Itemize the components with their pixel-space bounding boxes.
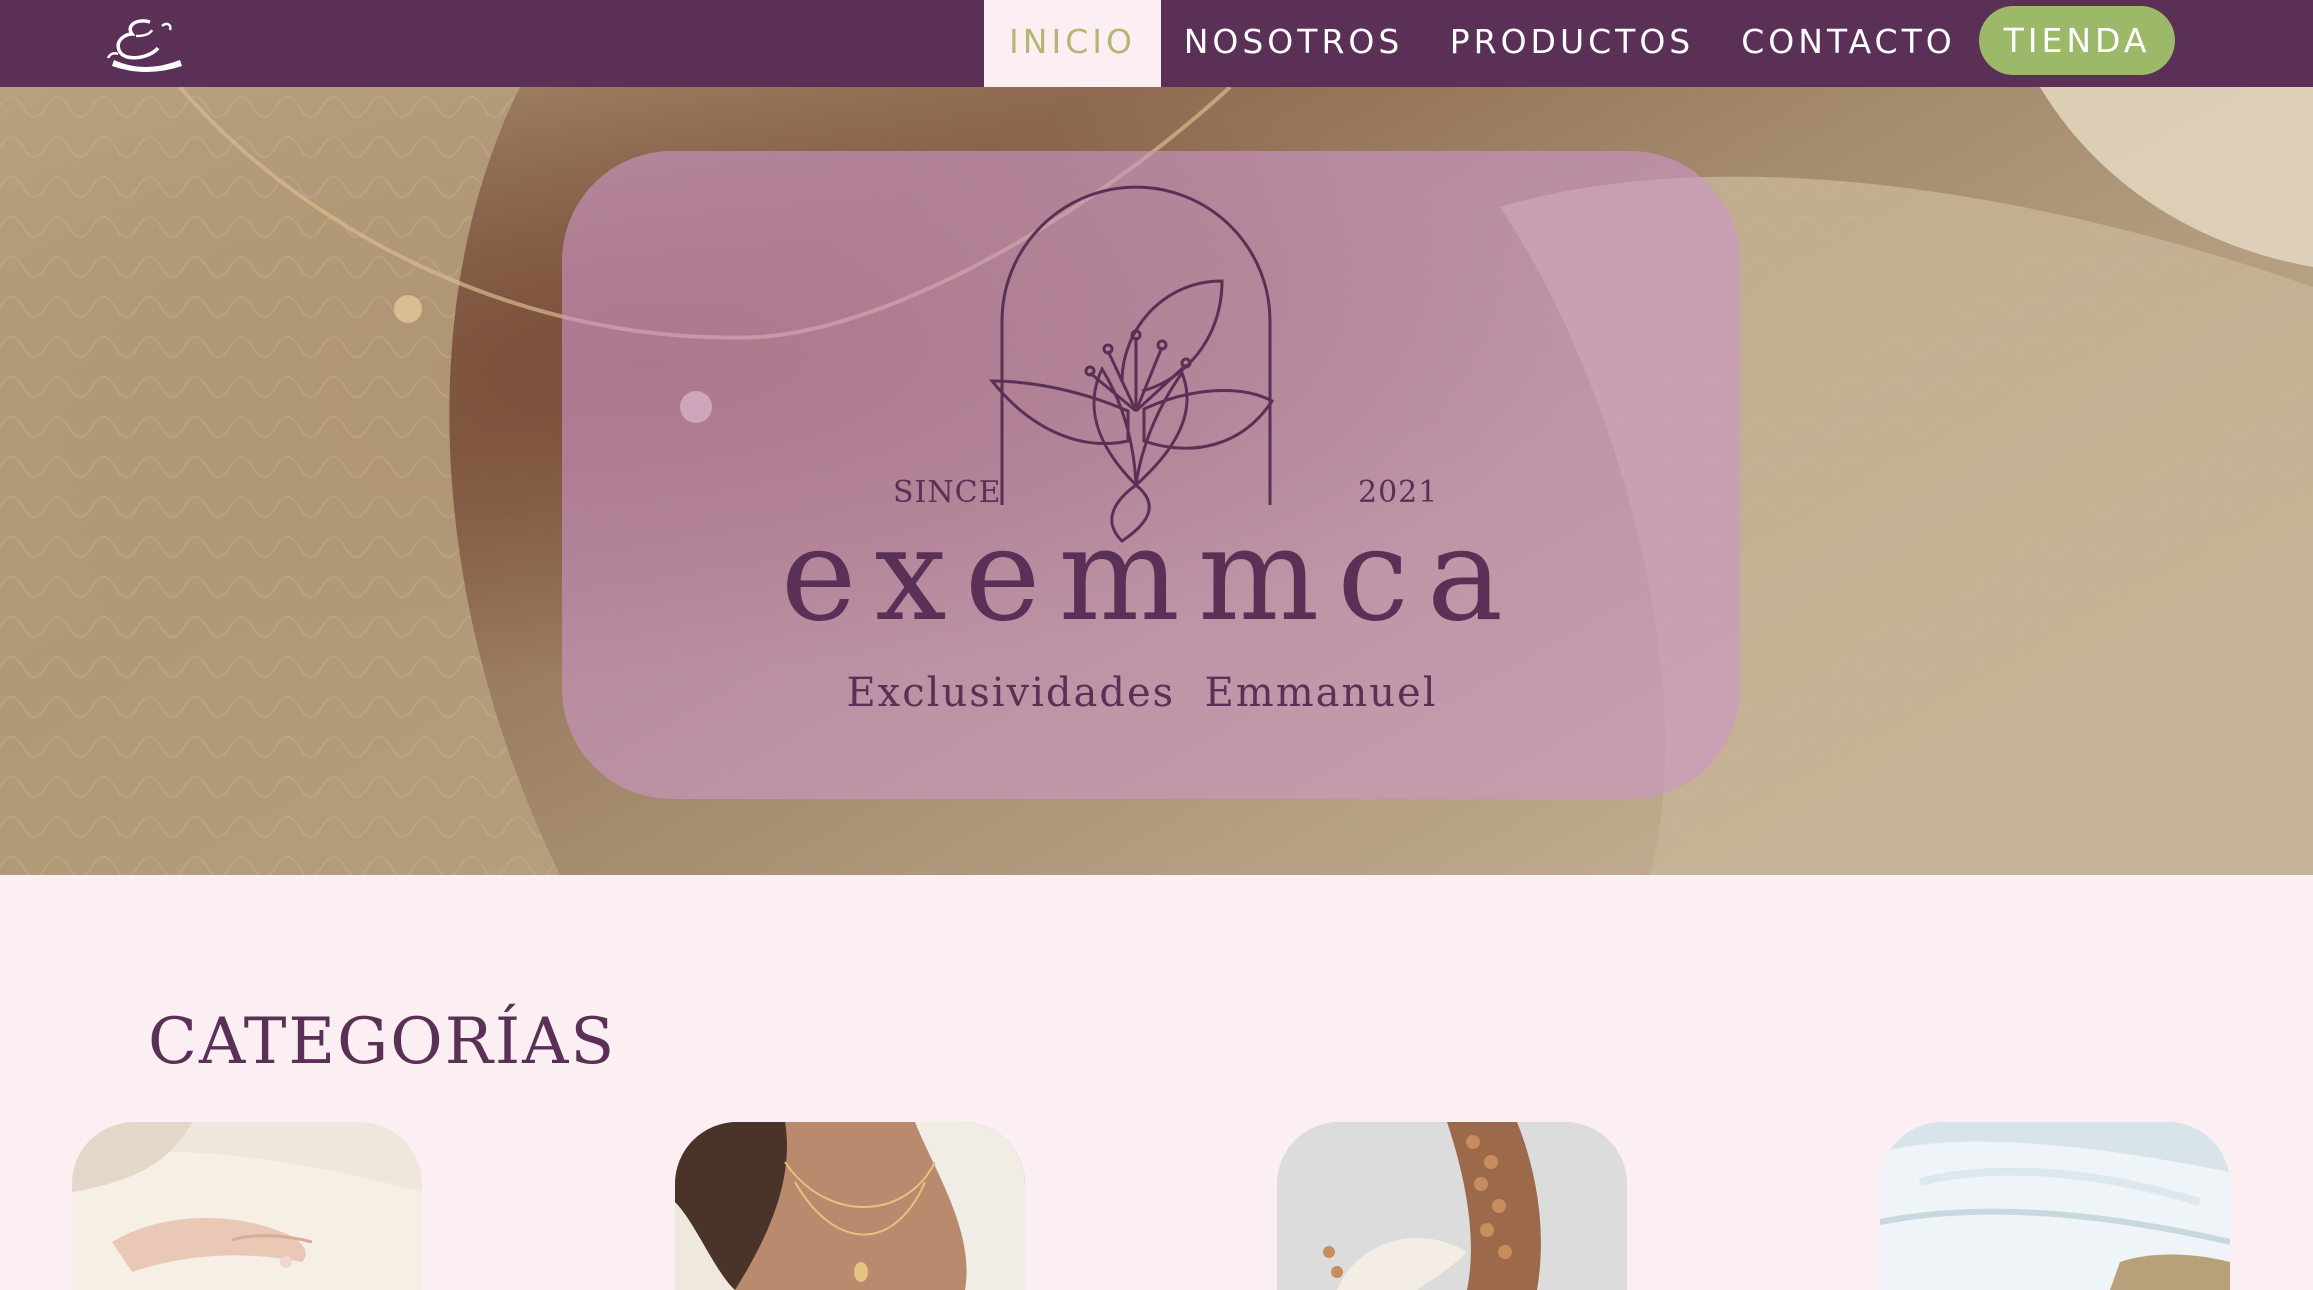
category-card-hands[interactable] bbox=[72, 1122, 422, 1290]
lily-arch-icon bbox=[988, 185, 1275, 543]
category-card-towels[interactable] bbox=[1880, 1122, 2230, 1290]
hands-jewelry-photo bbox=[72, 1122, 422, 1290]
category-card-bracelets[interactable] bbox=[1277, 1122, 1627, 1290]
brand-tagline: Exclusividades Emmanuel bbox=[846, 670, 1437, 716]
script-e-logo-icon[interactable] bbox=[100, 14, 190, 76]
towel-photo bbox=[1880, 1122, 2230, 1290]
brand-card: SINCE 2021 exemmca Exclusividades Emmanu… bbox=[562, 151, 1740, 799]
category-card-necklaces[interactable] bbox=[675, 1122, 1025, 1290]
bracelets-photo bbox=[1277, 1122, 1627, 1290]
nav-nosotros[interactable]: NOSOTROS bbox=[1161, 0, 1426, 87]
nav-productos[interactable]: PRODUCTOS bbox=[1426, 0, 1718, 87]
categories-heading: CATEGORÍAS bbox=[148, 1005, 617, 1079]
necklace-photo bbox=[675, 1122, 1025, 1290]
navbar: INICIO NOSOTROS PRODUCTOS CONTACTO TIEND… bbox=[0, 0, 2313, 87]
brand-name: exemmca bbox=[781, 501, 1521, 650]
tienda-button[interactable]: TIENDA bbox=[1979, 6, 2175, 75]
nav-inicio[interactable]: INICIO bbox=[984, 0, 1161, 87]
nav-contacto[interactable]: CONTACTO bbox=[1718, 0, 1979, 87]
hero-banner: SINCE 2021 exemmca Exclusividades Emmanu… bbox=[0, 87, 2313, 875]
